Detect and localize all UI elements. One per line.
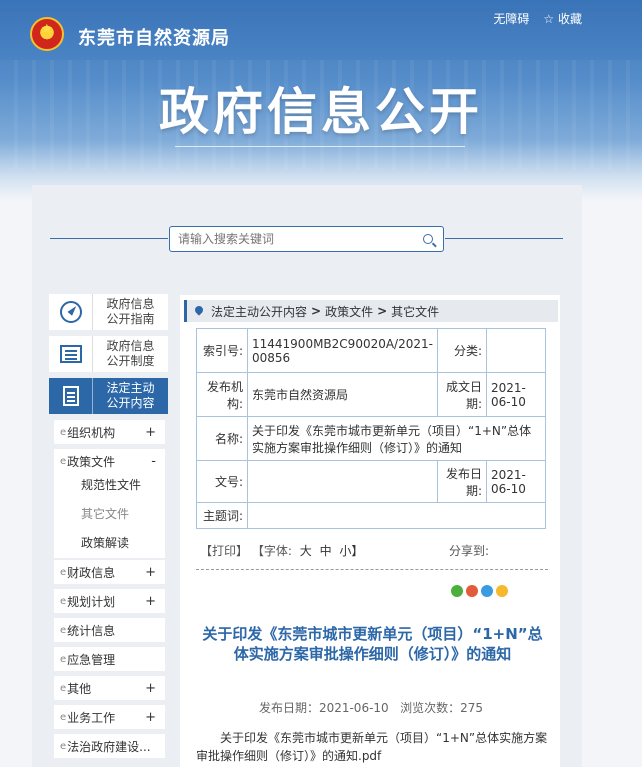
breadcrumb-item[interactable]: 政策文件 (325, 303, 373, 320)
compass-icon (59, 301, 82, 323)
banner-title: 政府信息公开 (159, 83, 483, 141)
national-emblem-icon (30, 17, 64, 51)
weibo-share-icon[interactable] (466, 585, 478, 597)
leaf-icon: e (60, 426, 67, 438)
menu-item-statistics[interactable]: e 统计信息 (54, 618, 165, 642)
nav-card-system[interactable]: 政府信息 公开制度 (49, 336, 168, 372)
search-input[interactable] (170, 227, 410, 251)
leaf-icon: e (60, 711, 67, 723)
document-icon (62, 386, 79, 406)
expand-toggle[interactable]: + (145, 681, 156, 696)
nav-card-active-content[interactable]: 法定主动 公开内容 (49, 378, 168, 414)
submenu-item-normative[interactable]: 规范性文件 (54, 471, 165, 500)
menu-item-organization[interactable]: e 组织机构 + (54, 420, 165, 444)
breadcrumb-separator: > (377, 304, 388, 318)
meta-category-value (485, 328, 547, 373)
divider (196, 569, 548, 570)
search-box (169, 226, 444, 252)
article-meta: 发布日期：2021-06-10 浏览次数：275 (196, 699, 546, 716)
menu-item-planning[interactable]: e 规划计划 + (54, 589, 165, 613)
leaf-icon: e (60, 624, 67, 636)
document-meta-table: 索引号: 11441900MB2C90020A/2021-00856 分类: 发… (196, 328, 547, 529)
article-attachment-link[interactable]: 关于印发《东莞市城市更新单元（项目）“1+N”总体实施方案审批操作细则（修订）》… (196, 729, 548, 765)
collapse-toggle[interactable]: - (151, 454, 156, 469)
breadcrumb: 法定主动公开内容 > 政策文件 > 其它文件 (184, 300, 558, 322)
leaf-icon: e (60, 566, 67, 578)
menu-item-rule-of-law[interactable]: e 法治政府建设... (54, 734, 165, 758)
breadcrumb-item[interactable]: 其它文件 (391, 303, 439, 320)
qq-share-icon[interactable] (481, 585, 493, 597)
meta-index-value: 11441900MB2C90020A/2021-00856 (247, 328, 438, 373)
share-label: 分享到: (449, 544, 490, 558)
breadcrumb-separator: > (311, 304, 322, 318)
meta-label: 分类: (436, 328, 487, 373)
search-divider-right (445, 238, 563, 239)
meta-label: 发布机构: (196, 372, 248, 417)
accessibility-link[interactable]: 无障碍 (493, 10, 529, 27)
menu-item-policy[interactable]: e 政策文件 - (54, 449, 165, 473)
search-divider-left (50, 238, 168, 239)
font-size-label: 【字体: (251, 544, 292, 558)
leaf-icon: e (60, 682, 67, 694)
article-tools: 【打印】 【字体: 大 中 小】 (200, 542, 363, 559)
menu-item-finance[interactable]: e 财政信息 + (54, 560, 165, 584)
leaf-icon: e (60, 455, 67, 467)
nav-card-guide[interactable]: 政府信息 公开指南 (49, 294, 168, 330)
leaf-icon: e (60, 653, 67, 665)
top-links: 无障碍 ☆ 收藏 (493, 10, 582, 27)
meta-name-value: 关于印发《东莞市城市更新单元（项目）“1+N”总体实施方案审批操作细则（修订）》… (247, 416, 546, 461)
expand-toggle[interactable]: + (145, 710, 156, 725)
menu-item-business[interactable]: e 业务工作 + (54, 705, 165, 729)
font-large-button[interactable]: 大 (300, 544, 312, 558)
submenu-item-interpretation[interactable]: 政策解读 (54, 529, 165, 558)
search-icon[interactable] (423, 234, 433, 244)
meta-label: 文号: (196, 460, 248, 503)
meta-subject-value (247, 502, 546, 529)
meta-published-value: 2021-06-10 (485, 460, 547, 503)
expand-toggle[interactable]: + (145, 425, 156, 440)
qzone-share-icon[interactable] (496, 585, 508, 597)
meta-label: 名称: (196, 416, 248, 461)
article-views: 浏览次数：275 (400, 701, 484, 715)
meta-label: 主题词: (196, 502, 248, 529)
leaf-icon: e (60, 740, 67, 752)
location-pin-icon (195, 306, 203, 316)
article-title: 关于印发《东莞市城市更新单元（项目）“1+N”总体实施方案审批操作细则（修订）》… (202, 625, 543, 663)
nav-card-label: 政府信息 公开指南 (106, 297, 155, 326)
breadcrumb-item[interactable]: 法定主动公开内容 (211, 303, 307, 320)
meta-docno-value (247, 460, 438, 503)
nav-card-label: 法定主动 公开内容 (106, 381, 155, 410)
font-small-button[interactable]: 小】 (339, 544, 363, 558)
expand-toggle[interactable]: + (145, 594, 156, 609)
favorite-link[interactable]: ☆ 收藏 (543, 10, 582, 27)
meta-label: 成文日期: (436, 372, 487, 417)
article-published: 发布日期：2021-06-10 (258, 701, 389, 715)
leaf-icon: e (60, 595, 67, 607)
font-medium-button[interactable]: 中 (320, 544, 332, 558)
nav-card-label: 政府信息 公开制度 (106, 339, 155, 368)
document-list-icon (59, 345, 82, 363)
menu-item-other[interactable]: e 其他 + (54, 676, 165, 700)
menu-item-emergency[interactable]: e 应急管理 (54, 647, 165, 671)
header-banner: 东莞市自然资源局 无障碍 ☆ 收藏 政府信息公开 (0, 0, 642, 200)
expand-toggle[interactable]: + (145, 565, 156, 580)
meta-label: 索引号: (196, 328, 248, 373)
submenu-item-other[interactable]: 其它文件 (54, 500, 165, 529)
meta-issuer-value: 东莞市自然资源局 (247, 372, 438, 417)
print-button[interactable]: 【打印】 (200, 544, 248, 558)
meta-created-value: 2021-06-10 (485, 372, 547, 417)
wechat-share-icon[interactable] (451, 585, 463, 597)
site-name[interactable]: 东莞市自然资源局 (78, 24, 230, 50)
banner-divider (175, 146, 465, 147)
share-buttons (451, 585, 508, 597)
policy-submenu: 规范性文件 其它文件 政策解读 (54, 471, 165, 558)
meta-label: 发布日期: (436, 460, 487, 503)
